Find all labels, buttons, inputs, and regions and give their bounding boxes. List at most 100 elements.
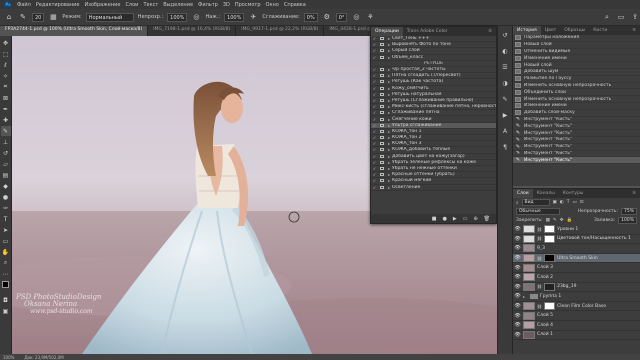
menu-item[interactable]: Слои [125, 2, 138, 8]
checkmark-icon[interactable]: ✓ [371, 104, 378, 109]
eye-visibility-icon[interactable]: 👁 [514, 322, 521, 328]
dialog-toggle-icon[interactable] [378, 123, 386, 127]
flow-field[interactable]: 100% [224, 12, 245, 22]
dialog-toggle-icon[interactable] [378, 55, 386, 59]
history-step[interactable]: ✎ Инструмент "Кисть" [513, 123, 640, 131]
dialog-toggle-icon[interactable] [378, 80, 386, 84]
layer-mask-thumbnail[interactable] [544, 254, 556, 263]
gradient-tool-icon[interactable]: ▤ [1, 170, 11, 180]
home-icon[interactable]: ⌂ [4, 12, 14, 22]
dialog-toggle-icon[interactable] [378, 142, 386, 146]
actions-panel-icon[interactable]: ▶ [500, 110, 510, 120]
layer-opacity-field[interactable]: 75% [620, 208, 637, 215]
history-brush-tool-icon[interactable]: ↺ [1, 148, 11, 158]
play-icon[interactable]: ▶ [453, 216, 457, 222]
eye-visibility-icon[interactable]: 👁 [514, 274, 521, 280]
checkmark-icon[interactable]: ✓ [371, 135, 378, 140]
stop-icon[interactable]: ■ [432, 216, 437, 222]
mask-link-icon[interactable]: ⛓ [537, 284, 542, 289]
menu-item[interactable]: Просмотр [235, 2, 261, 8]
dialog-toggle-icon[interactable] [378, 129, 386, 133]
quick-select-tool-icon[interactable]: ✧ [1, 71, 11, 81]
eye-visibility-icon[interactable]: 👁 [514, 255, 521, 261]
history-step[interactable]: Новый слой [513, 42, 640, 49]
layer-mask-thumbnail[interactable] [544, 282, 556, 291]
tab-swatches[interactable]: Образцы [560, 26, 589, 35]
tab-layers[interactable]: Слои [513, 189, 533, 198]
search-icon[interactable]: ⌕ [602, 12, 612, 22]
checkmark-icon[interactable]: ✓ [371, 86, 378, 91]
symmetry-icon[interactable]: ⚘ [365, 12, 375, 22]
checkmark-icon[interactable]: ✓ [371, 92, 378, 97]
history-panel-icon[interactable]: ↺ [500, 30, 510, 40]
checkmark-icon[interactable]: ✓ [371, 154, 378, 159]
layer-row[interactable]: 👁 ⛓ 23bg_19 [513, 282, 640, 293]
menu-item[interactable]: Изображение [84, 2, 120, 8]
document-tab[interactable]: IMG_7198-1.psd @ 16,4% (RGB/8) [148, 26, 237, 36]
mask-link-icon[interactable]: ⛓ [537, 304, 542, 309]
new-set-icon[interactable]: ▭ [463, 216, 468, 222]
hand-tool-icon[interactable]: ✋ [1, 247, 11, 257]
layer-row[interactable]: 👁 Слой 3 [513, 263, 640, 273]
layer-filter-select[interactable]: Вид [521, 199, 550, 206]
checkmark-icon[interactable]: ✓ [371, 166, 378, 171]
filter-pixel-icon[interactable]: ▣ [553, 200, 557, 205]
tab-paths[interactable]: Контуры [559, 189, 588, 198]
eye-visibility-icon[interactable]: 👁 [514, 245, 521, 251]
tab-adobe-color[interactable]: Trans Adobe Color [403, 27, 452, 36]
menu-item[interactable]: 3D [223, 2, 230, 8]
mode-select[interactable]: Нормальный [85, 12, 134, 22]
checkmark-icon[interactable]: ✓ [371, 129, 378, 134]
history-step[interactable]: Изменить основную непрозрачность [513, 82, 640, 90]
dialog-toggle-icon[interactable] [378, 154, 386, 158]
menu-item[interactable]: Справка [284, 2, 306, 8]
layer-mask-thumbnail[interactable] [544, 225, 556, 234]
history-step[interactable]: ✎ Инструмент "Кисть" [513, 151, 640, 158]
filter-smart-icon[interactable]: ⊡ [580, 200, 584, 205]
eye-visibility-icon[interactable]: 👁 [514, 313, 521, 319]
checkmark-icon[interactable]: ✓ [371, 147, 378, 152]
brush-tool-icon[interactable]: ✎ [0, 126, 11, 136]
pressure-size-icon[interactable]: ◎ [351, 12, 361, 22]
layer-mask-thumbnail[interactable] [544, 234, 556, 243]
dialog-toggle-icon[interactable] [378, 111, 386, 115]
paragraph-panel-icon[interactable]: ¶ [500, 142, 510, 152]
history-step[interactable]: ✎ Инструмент "Кисть" [513, 117, 640, 124]
share-icon[interactable]: ⇪ [630, 12, 640, 22]
checkmark-icon[interactable]: ✓ [371, 55, 378, 60]
checkmark-icon[interactable]: ✓ [371, 67, 378, 72]
settings-gear-icon[interactable]: ⚙ [322, 12, 332, 22]
path-select-tool-icon[interactable]: ➤ [1, 225, 11, 235]
layer-row[interactable]: 👁 ▸ Группа 1 [513, 292, 640, 302]
checkmark-icon[interactable]: ✓ [371, 141, 378, 146]
history-step[interactable]: ✎ Инструмент "Кисть" [513, 137, 640, 144]
dialog-toggle-icon[interactable] [378, 136, 386, 140]
mask-link-icon[interactable]: ⛓ [537, 236, 542, 241]
dialog-toggle-icon[interactable] [378, 49, 386, 53]
checkmark-icon[interactable]: ✓ [371, 160, 378, 165]
history-step[interactable]: Объединить слои [513, 89, 640, 97]
history-step[interactable]: Параметры наложения [513, 35, 640, 42]
checkmark-icon[interactable]: ✓ [371, 172, 378, 177]
opacity-field[interactable]: 100% [167, 12, 188, 22]
panel-menu-icon[interactable]: ≡ [628, 26, 640, 35]
smoothing-field[interactable]: 0% [303, 12, 318, 22]
dialog-toggle-icon[interactable] [378, 68, 386, 72]
foreground-color-swatch[interactable] [1, 281, 9, 288]
filter-shape-icon[interactable]: ▭ [572, 200, 576, 205]
dialog-toggle-icon[interactable] [378, 105, 386, 109]
dialog-toggle-icon[interactable] [378, 167, 386, 171]
history-step[interactable]: ✎ Инструмент "Кисть" [513, 130, 640, 137]
eye-visibility-icon[interactable]: 👁 [514, 284, 521, 290]
color-swatches-icon[interactable] [1, 280, 11, 294]
dialog-toggle-icon[interactable] [378, 86, 386, 90]
checkmark-icon[interactable]: ✓ [371, 178, 378, 183]
workspace-icon[interactable]: ▭ [616, 12, 626, 22]
mask-link-icon[interactable]: ⛓ [537, 256, 542, 261]
eyedropper-tool-icon[interactable]: ✒ [1, 104, 11, 114]
rectangle-tool-icon[interactable]: ▭ [1, 236, 11, 246]
dialog-toggle-icon[interactable] [378, 148, 386, 152]
action-row[interactable]: ✓ ▸ Осветление [371, 185, 496, 191]
brush-settings-icon[interactable]: ✎ [500, 94, 510, 104]
airbrush-icon[interactable]: ✈ [248, 12, 258, 22]
